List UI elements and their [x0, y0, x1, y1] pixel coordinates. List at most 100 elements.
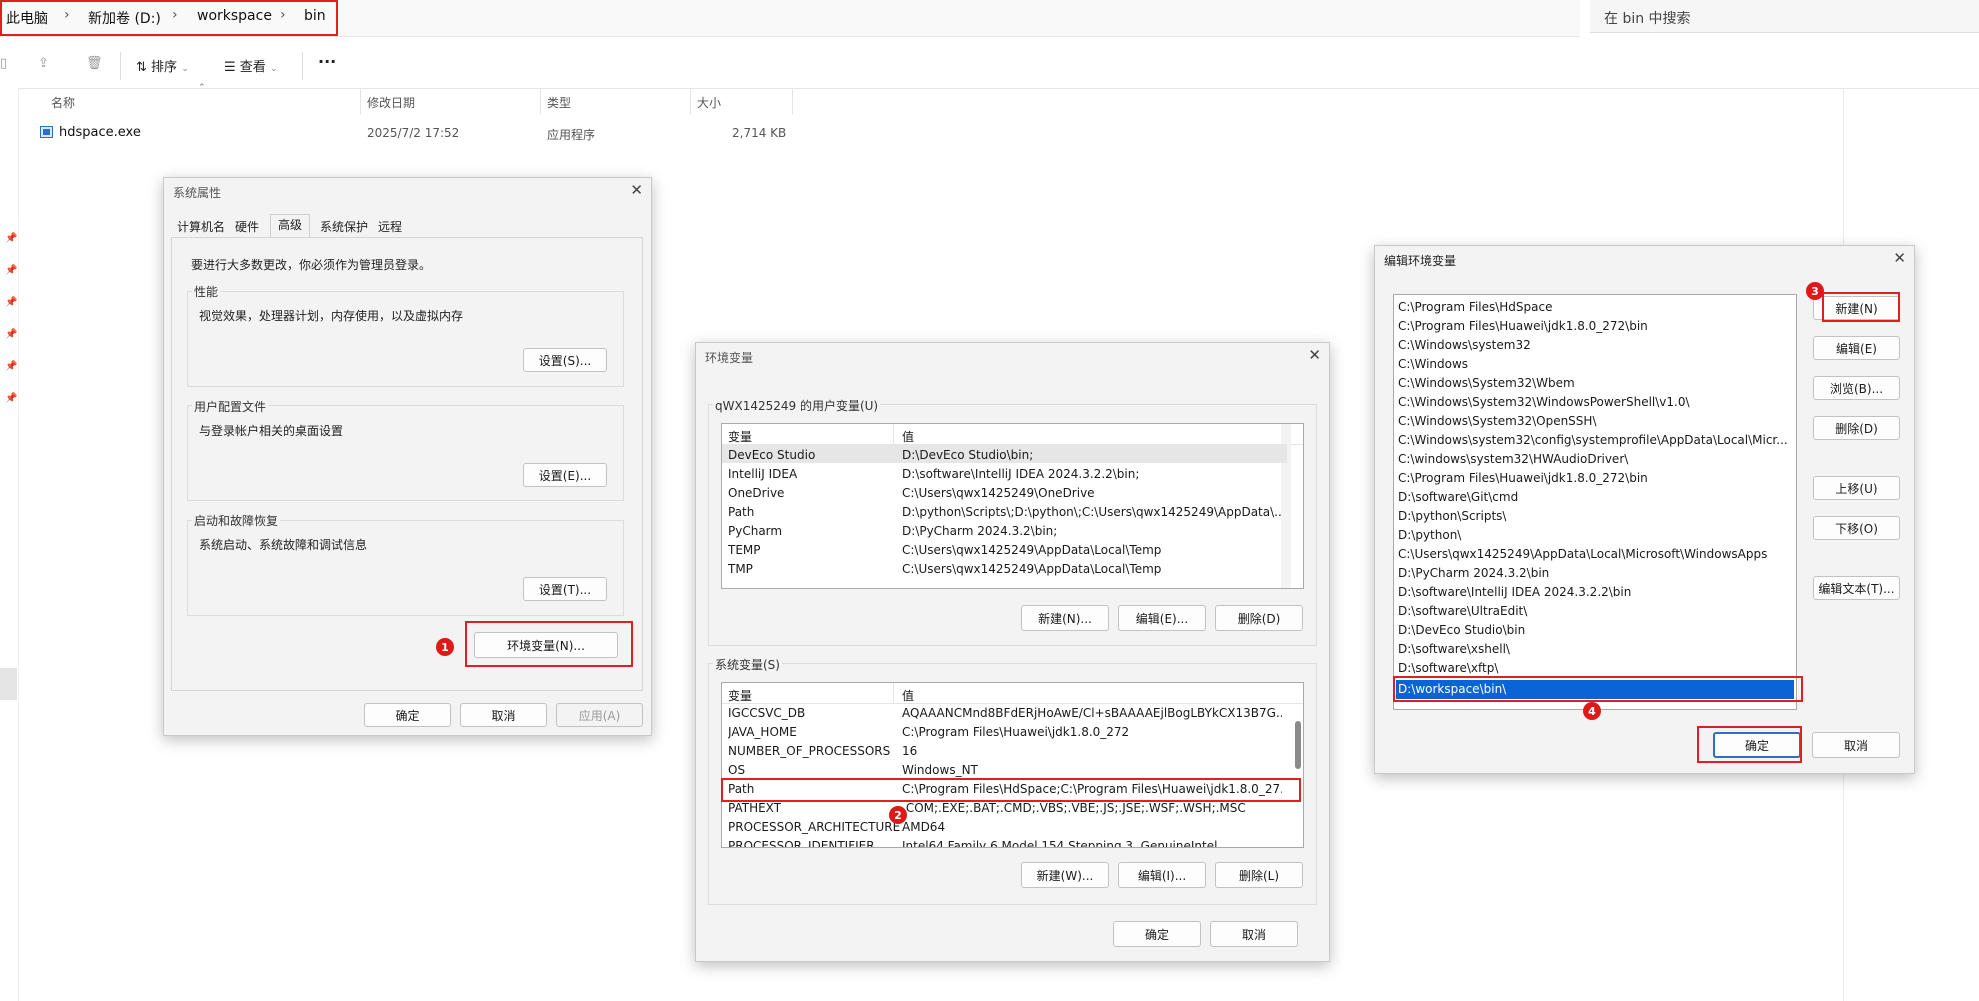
user-profile-settings-button[interactable]: 设置(E)... [523, 463, 607, 487]
close-icon[interactable]: ✕ [1893, 249, 1906, 267]
sys-var-value[interactable]: Windows_NT [902, 763, 1282, 777]
column-divider[interactable] [792, 88, 793, 114]
sort-button[interactable]: ⇅ 排序 ⌄ [136, 56, 189, 75]
sys-var-name[interactable]: PROCESSOR_IDENTIFIER [728, 839, 875, 847]
close-icon[interactable]: ✕ [1308, 346, 1321, 364]
column-header-value[interactable]: 值 [902, 428, 914, 445]
path-entry[interactable]: C:\Program Files\Huawei\jdk1.8.0_272\bin [1398, 319, 1788, 333]
cancel-button[interactable]: 取消 [460, 703, 547, 727]
column-header-type[interactable]: 类型 [547, 94, 571, 111]
view-button[interactable]: ☰ 查看 ⌄ [224, 56, 278, 75]
edit-button[interactable]: 编辑(E) [1813, 336, 1900, 360]
delete-button[interactable]: 删除(D) [1813, 416, 1900, 440]
tab-hardware[interactable]: 硬件 [235, 218, 259, 235]
column-divider[interactable] [540, 88, 541, 114]
ok-button[interactable]: 确定 [1113, 921, 1201, 947]
column-header-value[interactable]: 值 [902, 687, 914, 704]
path-entry[interactable]: D:\DevEco Studio\bin [1398, 623, 1788, 637]
performance-settings-button[interactable]: 设置(S)... [523, 348, 607, 372]
path-entry[interactable]: C:\Windows\System32\OpenSSH\ [1398, 414, 1788, 428]
user-edit-button[interactable]: 编辑(E)... [1118, 605, 1206, 631]
nav-selected-item[interactable] [0, 668, 17, 700]
sys-var-name[interactable]: NUMBER_OF_PROCESSORS [728, 744, 890, 758]
column-divider[interactable] [690, 88, 691, 114]
user-var-name[interactable]: TMP [728, 562, 753, 576]
system-new-button[interactable]: 新建(W)... [1021, 862, 1109, 888]
user-var-name[interactable]: Path [728, 505, 754, 519]
path-entry[interactable]: C:\Windows [1398, 357, 1788, 371]
path-entry[interactable]: D:\python\Scripts\ [1398, 509, 1788, 523]
user-new-button[interactable]: 新建(N)... [1021, 605, 1109, 631]
user-var-value[interactable]: D:\DevEco Studio\bin; [902, 448, 1282, 462]
path-entry[interactable]: D:\software\xshell\ [1398, 642, 1788, 656]
scrollbar-thumb[interactable] [1295, 721, 1301, 769]
cancel-button[interactable]: 取消 [1812, 732, 1900, 758]
edit-text-button[interactable]: 编辑文本(T)... [1813, 576, 1900, 600]
path-entry[interactable]: C:\Program Files\Huawei\jdk1.8.0_272\bin [1398, 471, 1788, 485]
column-header-name[interactable]: 名称 [51, 94, 75, 111]
path-entry[interactable]: C:\Windows\System32\Wbem [1398, 376, 1788, 390]
share-icon[interactable]: ⇪ [38, 56, 49, 71]
move-up-button[interactable]: 上移(U) [1813, 476, 1900, 500]
path-entry[interactable]: D:\software\UltraEdit\ [1398, 604, 1788, 618]
user-var-value[interactable]: C:\Users\qwx1425249\AppData\Local\Temp [902, 562, 1282, 576]
path-entry[interactable]: C:\Program Files\HdSpace [1398, 300, 1788, 314]
sys-var-value[interactable]: AMD64 [902, 820, 1282, 834]
startup-recovery-settings-button[interactable]: 设置(T)... [523, 577, 607, 601]
browse-button[interactable]: 浏览(B)... [1813, 376, 1900, 400]
path-entry[interactable]: D:\software\xftp\ [1398, 661, 1788, 675]
sys-var-name[interactable]: PROCESSOR_ARCHITECTURE [728, 820, 900, 834]
tab-system-protection[interactable]: 系统保护 [320, 218, 368, 235]
path-entry[interactable]: C:\Windows\system32\config\systemprofile… [1398, 433, 1788, 447]
user-var-value[interactable]: D:\software\IntelliJ IDEA 2024.3.2.2\bin… [902, 467, 1282, 481]
more-options-button[interactable]: ··· [318, 52, 336, 71]
cut-icon[interactable]: ▯ [0, 56, 7, 71]
path-entry[interactable]: D:\PyCharm 2024.3.2\bin [1398, 566, 1788, 580]
sys-var-value[interactable]: 16 [902, 744, 1282, 758]
tab-advanced[interactable]: 高级 [278, 216, 302, 233]
cancel-button[interactable]: 取消 [1210, 921, 1298, 947]
system-delete-button[interactable]: 删除(L) [1215, 862, 1303, 888]
user-var-value[interactable]: C:\Users\qwx1425249\OneDrive [902, 486, 1282, 500]
sys-var-name[interactable]: OS [728, 763, 745, 777]
sys-var-value[interactable]: C:\Program Files\Huawei\jdk1.8.0_272 [902, 725, 1282, 739]
close-icon[interactable]: ✕ [630, 181, 643, 199]
sys-var-name[interactable]: PATHEXT [728, 801, 781, 815]
user-delete-button[interactable]: 删除(D) [1215, 605, 1303, 631]
tab-computer-name[interactable]: 计算机名 [177, 218, 225, 235]
path-entry[interactable]: C:\Windows\system32 [1398, 338, 1788, 352]
column-header-variable[interactable]: 变量 [728, 428, 752, 445]
path-entry[interactable]: D:\software\Git\cmd [1398, 490, 1788, 504]
ok-button[interactable]: 确定 [364, 703, 451, 727]
column-header-size[interactable]: 大小 [697, 94, 721, 111]
user-var-name[interactable]: OneDrive [728, 486, 784, 500]
sys-var-value[interactable]: .COM;.EXE;.BAT;.CMD;.VBS;.VBE;.JS;.JSE;.… [902, 801, 1282, 815]
user-var-value[interactable]: D:\python\Scripts\;D:\python\;C:\Users\q… [902, 505, 1282, 519]
column-divider[interactable] [360, 88, 361, 114]
user-var-name[interactable]: DevEco Studio [728, 448, 815, 462]
highlight-new-button [1822, 292, 1900, 322]
system-edit-button[interactable]: 编辑(I)... [1118, 862, 1206, 888]
user-var-name[interactable]: IntelliJ IDEA [728, 467, 797, 481]
search-input[interactable]: 在 bin 中搜索 [1590, 0, 1979, 33]
tab-remote[interactable]: 远程 [378, 218, 402, 235]
column-header-modified[interactable]: 修改日期 [367, 94, 415, 111]
column-header-variable[interactable]: 变量 [728, 687, 752, 704]
user-var-name[interactable]: TEMP [728, 543, 761, 557]
step-marker-2: 2 [889, 806, 907, 824]
delete-icon[interactable]: 🗑 [86, 56, 103, 71]
user-var-name[interactable]: PyCharm [728, 524, 782, 538]
sys-var-value[interactable]: AQAAANCMnd8BFdERjHoAwE/Cl+sBAAAAEjlBogLB… [902, 706, 1282, 720]
sys-var-name[interactable]: IGCCSVC_DB [728, 706, 805, 720]
sys-var-name[interactable]: JAVA_HOME [728, 725, 797, 739]
sys-var-value[interactable]: Intel64 Family 6 Model 154 Stepping 3, G… [902, 839, 1282, 847]
path-entry[interactable]: D:\python\ [1398, 528, 1788, 542]
user-var-value[interactable]: D:\PyCharm 2024.3.2\bin; [902, 524, 1282, 538]
user-var-value[interactable]: C:\Users\qwx1425249\AppData\Local\Temp [902, 543, 1282, 557]
apply-button[interactable]: 应用(A) [556, 703, 643, 727]
path-entry[interactable]: C:\Users\qwx1425249\AppData\Local\Micros… [1398, 547, 1788, 561]
path-entry[interactable]: D:\software\IntelliJ IDEA 2024.3.2.2\bin [1398, 585, 1788, 599]
path-entry[interactable]: C:\Windows\System32\WindowsPowerShell\v1… [1398, 395, 1788, 409]
move-down-button[interactable]: 下移(O) [1813, 516, 1900, 540]
path-entry[interactable]: C:\windows\system32\HWAudioDriver\ [1398, 452, 1788, 466]
